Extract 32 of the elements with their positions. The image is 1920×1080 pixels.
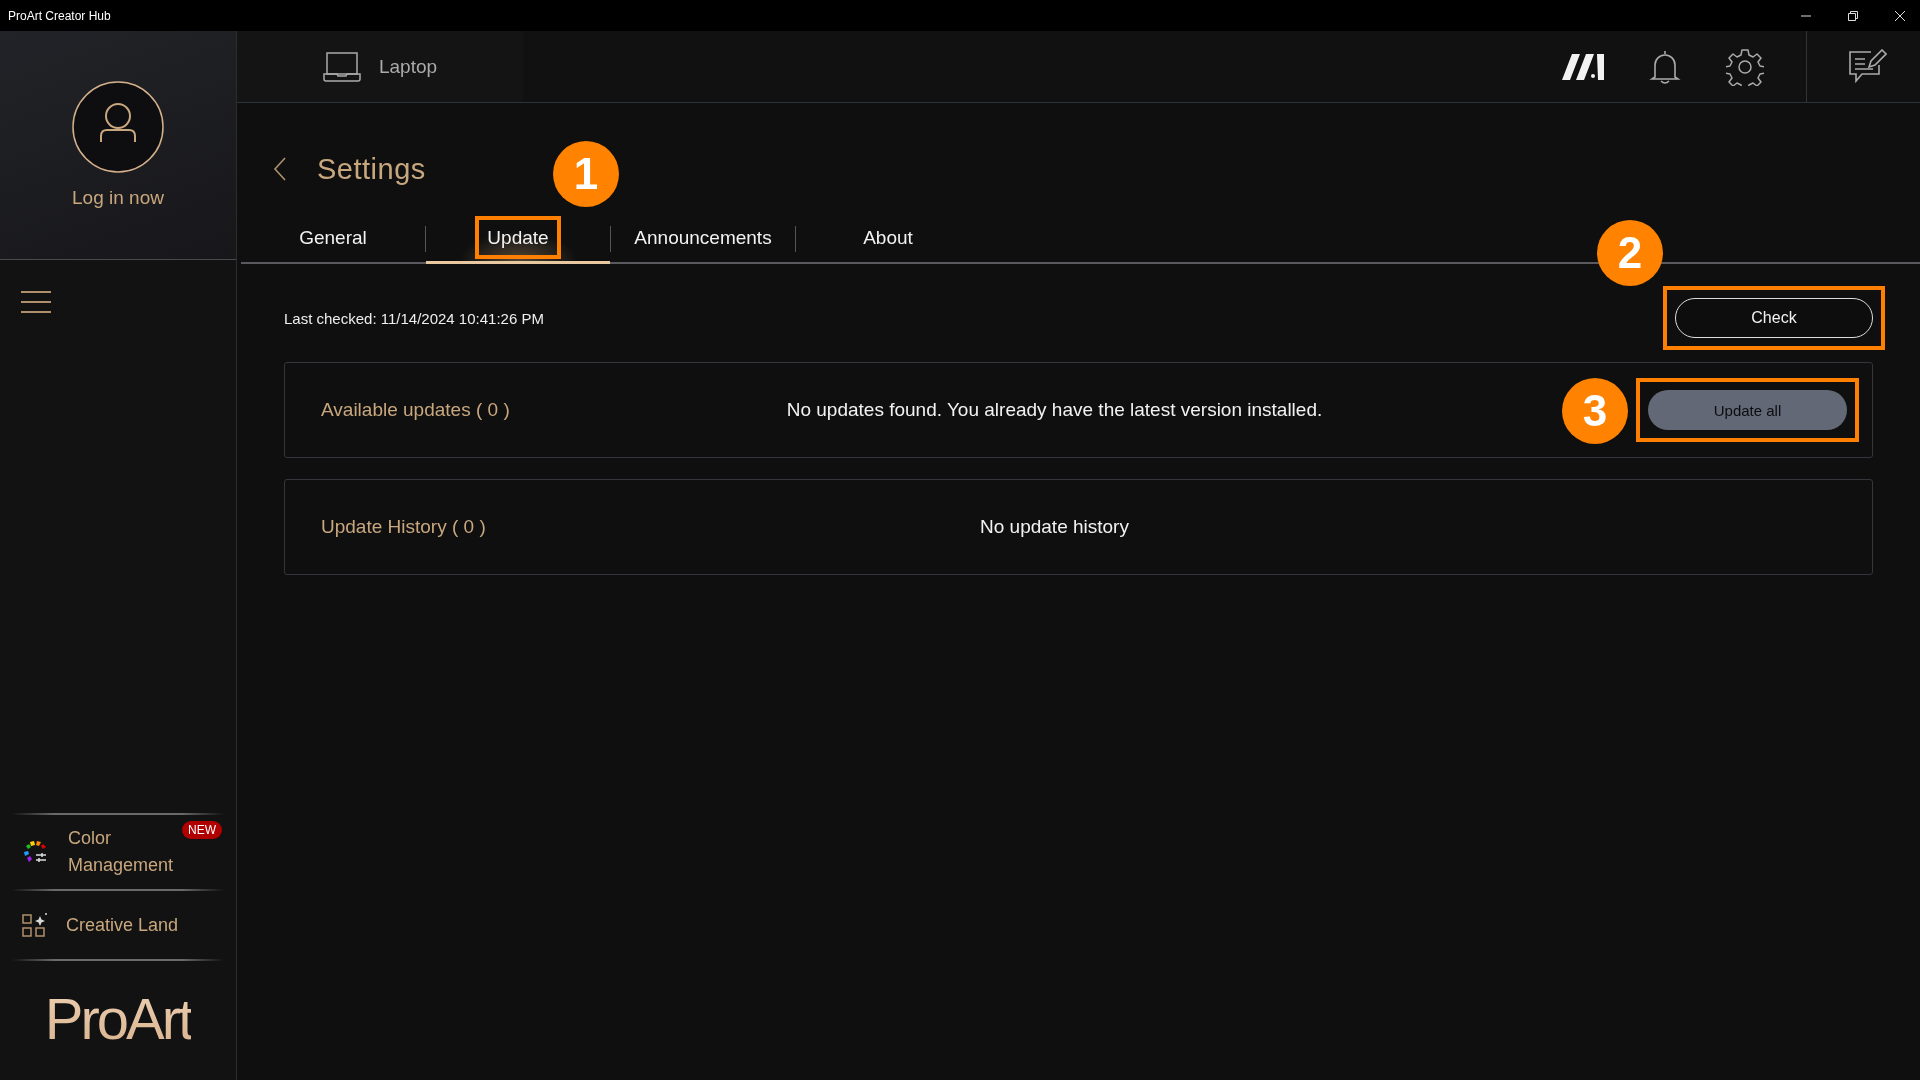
user-avatar-icon[interactable] <box>72 81 164 173</box>
step-number-marker: 3 <box>1562 378 1628 444</box>
sidebar-item[interactable]: Creative Land <box>12 891 224 959</box>
sidebar-item-label: Creative Land <box>66 913 179 937</box>
login-link[interactable]: Log in now <box>72 187 164 209</box>
step-number-marker: 2 <box>1597 220 1663 286</box>
settings-icon[interactable] <box>1726 47 1764 86</box>
step-number-marker: 1 <box>553 141 619 207</box>
section-title: Available updates ( 0 ) <box>321 399 511 421</box>
new-badge: NEW <box>182 821 222 839</box>
page-title: Settings <box>317 152 426 186</box>
laptop-icon <box>322 51 361 82</box>
section-message: No update history <box>979 516 1130 538</box>
feedback-icon[interactable] <box>1847 48 1887 85</box>
back-icon[interactable] <box>273 157 287 181</box>
tab[interactable]: General <box>241 215 425 264</box>
sidebar-item-label: Color Management <box>68 827 175 877</box>
notification-bell-icon[interactable] <box>1649 48 1681 85</box>
menu-icon[interactable] <box>21 291 51 313</box>
sidebar-item[interactable]: Color Management NEW <box>12 815 224 889</box>
section-message: No updates found. You already have the latest version installed. <box>785 399 1324 421</box>
last-checked-text: Last checked: 11/14/2024 10:41:26 PM <box>284 309 544 327</box>
brand-mark-icon[interactable] <box>1562 53 1604 80</box>
tab[interactable]: Update <box>426 215 610 264</box>
section-title: Update History ( 0 ) <box>321 516 487 538</box>
window-title: ProArt Creator Hub <box>8 8 111 23</box>
restore-icon[interactable] <box>1848 10 1858 21</box>
tab[interactable]: About <box>796 215 980 264</box>
check-button[interactable]: Check <box>1675 298 1873 338</box>
grid-sparkle-icon <box>22 912 48 938</box>
tab[interactable]: Announcements <box>611 215 795 264</box>
close-icon[interactable] <box>1895 10 1905 21</box>
